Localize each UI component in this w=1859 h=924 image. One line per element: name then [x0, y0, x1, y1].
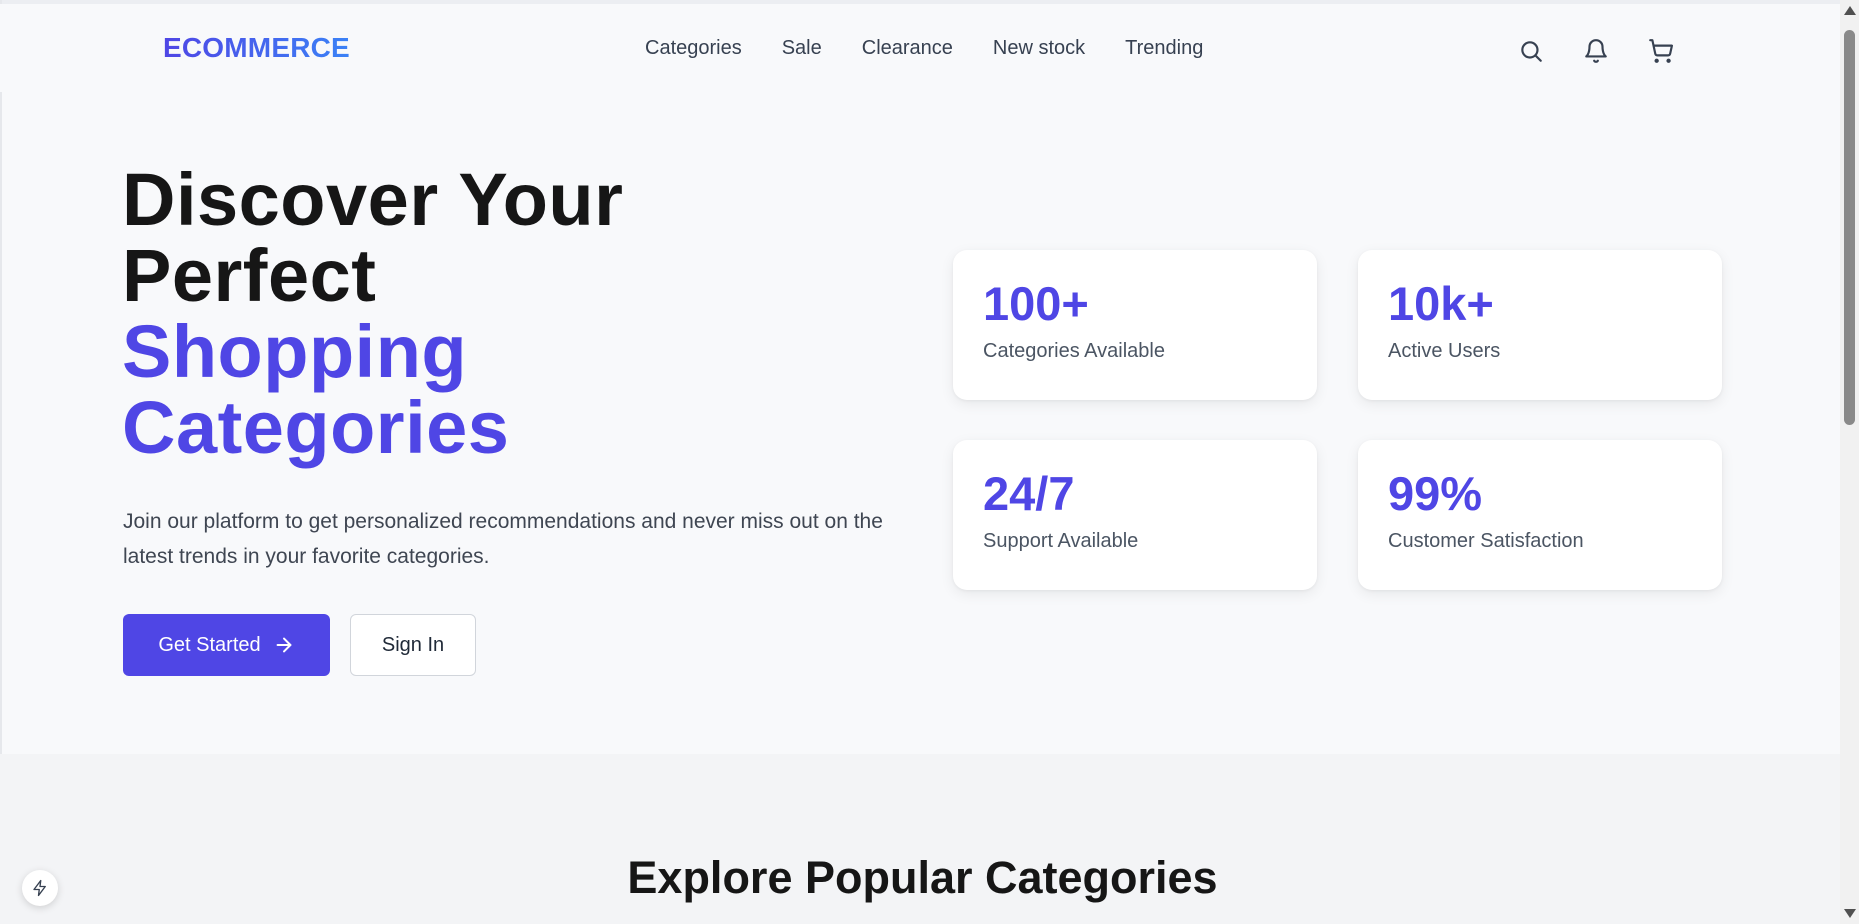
logo[interactable]: ECOMMERCE [163, 32, 350, 64]
scroll-down-arrow-icon[interactable] [1844, 909, 1856, 918]
stat-value: 100+ [983, 277, 1089, 330]
sign-in-button[interactable]: Sign In [350, 614, 476, 676]
hero-title-accent1: Shopping [122, 310, 468, 393]
stat-card-satisfaction: 99% Customer Satisfaction [1358, 440, 1722, 590]
nav-trending[interactable]: Trending [1125, 37, 1203, 60]
stat-card-users: 10k+ Active Users [1358, 250, 1722, 400]
page: ECOMMERCE Categories Sale Clearance New … [0, 0, 1840, 924]
bolt-icon[interactable] [22, 870, 58, 906]
site-header: ECOMMERCE Categories Sale Clearance New … [0, 4, 1840, 92]
stat-label: Customer Satisfaction [1388, 530, 1584, 552]
nav-new-stock[interactable]: New stock [993, 37, 1085, 60]
stat-label: Categories Available [983, 340, 1165, 362]
stat-card-categories: 100+ Categories Available [953, 250, 1317, 400]
stat-card-support: 24/7 Support Available [953, 440, 1317, 590]
hero-title: Discover Your Perfect Shopping Categorie… [122, 162, 623, 466]
arrow-right-icon [276, 637, 292, 653]
hero-title-line1: Discover Your [122, 158, 624, 241]
section-title: Explore Popular Categories [627, 852, 1218, 903]
nav-categories[interactable]: Categories [645, 37, 742, 60]
cart-icon[interactable] [1644, 34, 1678, 68]
nav-sale[interactable]: Sale [782, 37, 822, 60]
hero-title-accent2: Categories [122, 386, 510, 469]
header-actions [1514, 34, 1709, 68]
scroll-up-arrow-icon[interactable] [1844, 6, 1856, 15]
hero-title-line2: Perfect [122, 234, 377, 317]
stat-value: 99% [1388, 467, 1483, 520]
stat-value: 10k+ [1388, 277, 1494, 330]
main-nav: Categories Sale Clearance New stock Tren… [645, 37, 1243, 60]
vertical-scrollbar[interactable] [1840, 0, 1859, 924]
stat-label: Support Available [983, 530, 1139, 552]
search-icon[interactable] [1514, 34, 1548, 68]
bell-icon[interactable] [1579, 34, 1613, 68]
get-started-button[interactable]: Get Started [123, 614, 330, 676]
hero-description: Join our platform to get personalized re… [123, 510, 883, 568]
get-started-label: Get Started [158, 633, 261, 656]
stat-label: Active Users [1388, 340, 1501, 362]
nav-clearance[interactable]: Clearance [862, 37, 953, 60]
scrollbar-thumb[interactable] [1844, 30, 1855, 425]
stat-value: 24/7 [983, 467, 1075, 520]
